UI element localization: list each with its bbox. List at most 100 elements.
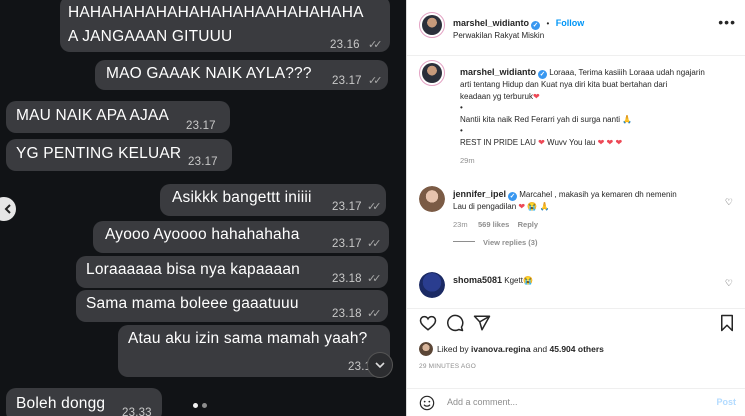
chat-screenshot: HAHAHAHAHAHAHAHAHAAHAHAHAHA A JANGAAAN G…	[0, 0, 406, 416]
chat-bubble: Boleh dongg 23.33	[6, 388, 162, 416]
crying-face-emoji-icon: 😭	[527, 202, 538, 211]
likes-others-link[interactable]: 45.904 others	[550, 344, 604, 354]
verified-badge-icon: ✓	[508, 192, 518, 201]
chat-message-time: 23.17	[332, 238, 362, 250]
verified-badge-icon: ✓	[531, 21, 541, 30]
comment-text: Lau di pengadilan	[453, 202, 517, 211]
verified-badge-icon: ✓	[538, 70, 548, 79]
chat-bubble: Ayooo Ayoooo hahahahaha 23.17 ✓✓	[93, 221, 389, 253]
chat-message-text: Asikkk bangettt iniiii	[172, 189, 312, 206]
add-comment-bar: Add a comment... Post	[407, 388, 745, 416]
post-author-username[interactable]: marshel_widianto	[453, 18, 529, 28]
post-comment-button[interactable]: Post	[716, 397, 736, 407]
crying-face-emoji-icon: 😭	[522, 276, 533, 285]
chat-message-text: Sama mama boleee gaaatuuu	[86, 295, 299, 312]
chat-bubble: YG PENTING KELUAR 23.17	[6, 139, 232, 171]
chat-message-text: MAU NAIK APA AJAA	[16, 107, 170, 124]
read-ticks-icon: ✓✓	[367, 273, 382, 285]
post-side-panel: marshel_widianto ✓ • Follow Perwakilan Ra…	[406, 0, 745, 416]
chat-message-text: HAHAHAHAHAHAHAHAHAAHAHAHAHA	[68, 4, 364, 21]
red-heart-emoji-icon: ❤	[535, 137, 545, 147]
chat-message-text: YG PENTING KELUAR	[16, 145, 182, 162]
comment-text: Kgett	[504, 276, 523, 285]
commenter-avatar[interactable]	[419, 186, 445, 212]
comment-like-heart-icon[interactable]: ♡	[725, 278, 733, 289]
share-icon[interactable]	[473, 314, 491, 337]
chat-message-time: 23.17	[332, 201, 362, 213]
post-caption: marshel_widianto ✓ Loraaa, Terima kasiiih…	[460, 67, 730, 167]
commenter-username[interactable]: jennifer_ipel	[453, 189, 506, 199]
caption-line: keadaan yg terburuk	[460, 91, 533, 101]
post-location[interactable]: Perwakilan Rakyat Miskin	[453, 31, 544, 40]
chevron-down-icon	[375, 362, 385, 369]
chat-bubble: Sama mama boleee gaaatuuu 23.18 ✓✓	[76, 290, 388, 322]
view-replies-button[interactable]: View replies (3)	[483, 238, 537, 247]
previous-slide-button[interactable]	[0, 197, 16, 221]
carousel-dot-active[interactable]	[193, 403, 198, 408]
avatar[interactable]	[419, 12, 445, 38]
caption-avatar[interactable]	[419, 60, 445, 86]
folded-hands-emoji-icon: 🙏	[622, 114, 633, 124]
caption-line: REST IN PRIDE LAU	[460, 137, 536, 147]
caption-bullet: •	[460, 103, 463, 112]
chat-message-time: 23.18	[332, 273, 362, 285]
emoji-icon[interactable]	[419, 395, 435, 416]
chat-bubble: Atau aku izin sama mamah yaah? 23.1	[118, 325, 390, 377]
carousel-dots	[193, 403, 207, 408]
view-replies-line	[453, 241, 475, 242]
comment-timestamp: 23m	[453, 220, 468, 229]
comment-text: Marcahel , makasih ya kemaren dh nemenin	[519, 190, 677, 199]
comment-reply-button[interactable]: Reply	[518, 220, 538, 229]
likes-and: and	[532, 344, 548, 354]
comment-input[interactable]: Add a comment...	[447, 397, 697, 407]
read-ticks-icon: ✓✓	[368, 75, 383, 87]
liked-by-user[interactable]: ivanova.regina	[471, 344, 531, 354]
red-heart-emoji-icon: ❤	[518, 202, 526, 211]
chat-message-time: 23.17	[186, 120, 216, 132]
read-ticks-icon: ✓✓	[367, 308, 382, 320]
caption-line: Wuvv You lau	[547, 137, 596, 147]
chat-bubble: HAHAHAHAHAHAHAHAHAAHAHAHAHA A JANGAAAN G…	[60, 0, 390, 52]
comment-item: shoma5081 Kgett😭	[453, 275, 533, 285]
chevron-left-icon	[4, 204, 11, 214]
chat-message-text: A JANGAAAN GITUUU	[68, 28, 233, 45]
like-icon[interactable]	[419, 314, 437, 337]
comment-item: jennifer_ipel ✓ Marcahel , makasih ya kem…	[453, 189, 738, 248]
red-heart-emoji-icon: ❤ ❤ ❤	[597, 137, 623, 147]
chat-message-text: Atau aku izin sama mamah yaah?	[128, 330, 368, 347]
caption-bullet: •	[460, 126, 463, 135]
commenter-username[interactable]: shoma5081	[453, 275, 502, 285]
likes-summary: Liked by ivanova.regina and 45.904 other…	[437, 344, 604, 354]
commenter-avatar[interactable]	[419, 272, 445, 298]
read-ticks-icon: ✓✓	[367, 238, 382, 250]
chat-message-text: Ayooo Ayoooo hahahahaha	[105, 226, 300, 243]
folded-hands-emoji-icon: 🙏	[539, 202, 550, 211]
chat-bubble: MAU NAIK APA AJAA 23.17	[6, 101, 230, 133]
comment-icon[interactable]	[446, 314, 464, 337]
liker-avatar[interactable]	[419, 342, 433, 356]
caption-line: Nantii kita naik Red Ferarri yah di surg…	[460, 114, 621, 124]
follow-button[interactable]: Follow	[556, 18, 585, 28]
save-bookmark-icon[interactable]	[719, 314, 735, 337]
more-options-icon[interactable]: •••	[718, 14, 736, 30]
chat-message-time: 23.16	[330, 39, 360, 51]
chat-message-time: 23.18	[332, 308, 362, 320]
comment-like-heart-icon[interactable]: ♡	[725, 197, 733, 208]
chat-message-text: MAO GAAAK NAIK AYLA???	[106, 65, 312, 82]
divider	[407, 308, 745, 309]
chat-bubble: Asikkk bangettt iniiii 23.17 ✓✓	[160, 184, 386, 216]
caption-author[interactable]: marshel_widianto	[460, 67, 536, 77]
comment-like-count[interactable]: 569 likes	[478, 220, 509, 229]
scroll-down-button[interactable]	[367, 352, 393, 378]
carousel-dot[interactable]	[202, 403, 207, 408]
post-timestamp: 29 MINUTES AGO	[419, 363, 476, 370]
read-ticks-icon: ✓✓	[368, 39, 383, 51]
dot-separator: •	[546, 19, 550, 28]
red-heart-emoji-icon: ❤	[532, 91, 540, 101]
chat-bubble: MAO GAAAK NAIK AYLA??? 23.17 ✓✓	[95, 60, 388, 90]
likes-prefix: Liked by	[437, 344, 469, 354]
read-ticks-icon: ✓✓	[367, 201, 382, 213]
chat-message-time: 23.33	[122, 407, 152, 416]
caption-line: Loraaa, Terima kasiiih Loraaa udah ngaja…	[549, 68, 705, 77]
caption-timestamp: 29m	[460, 156, 475, 165]
